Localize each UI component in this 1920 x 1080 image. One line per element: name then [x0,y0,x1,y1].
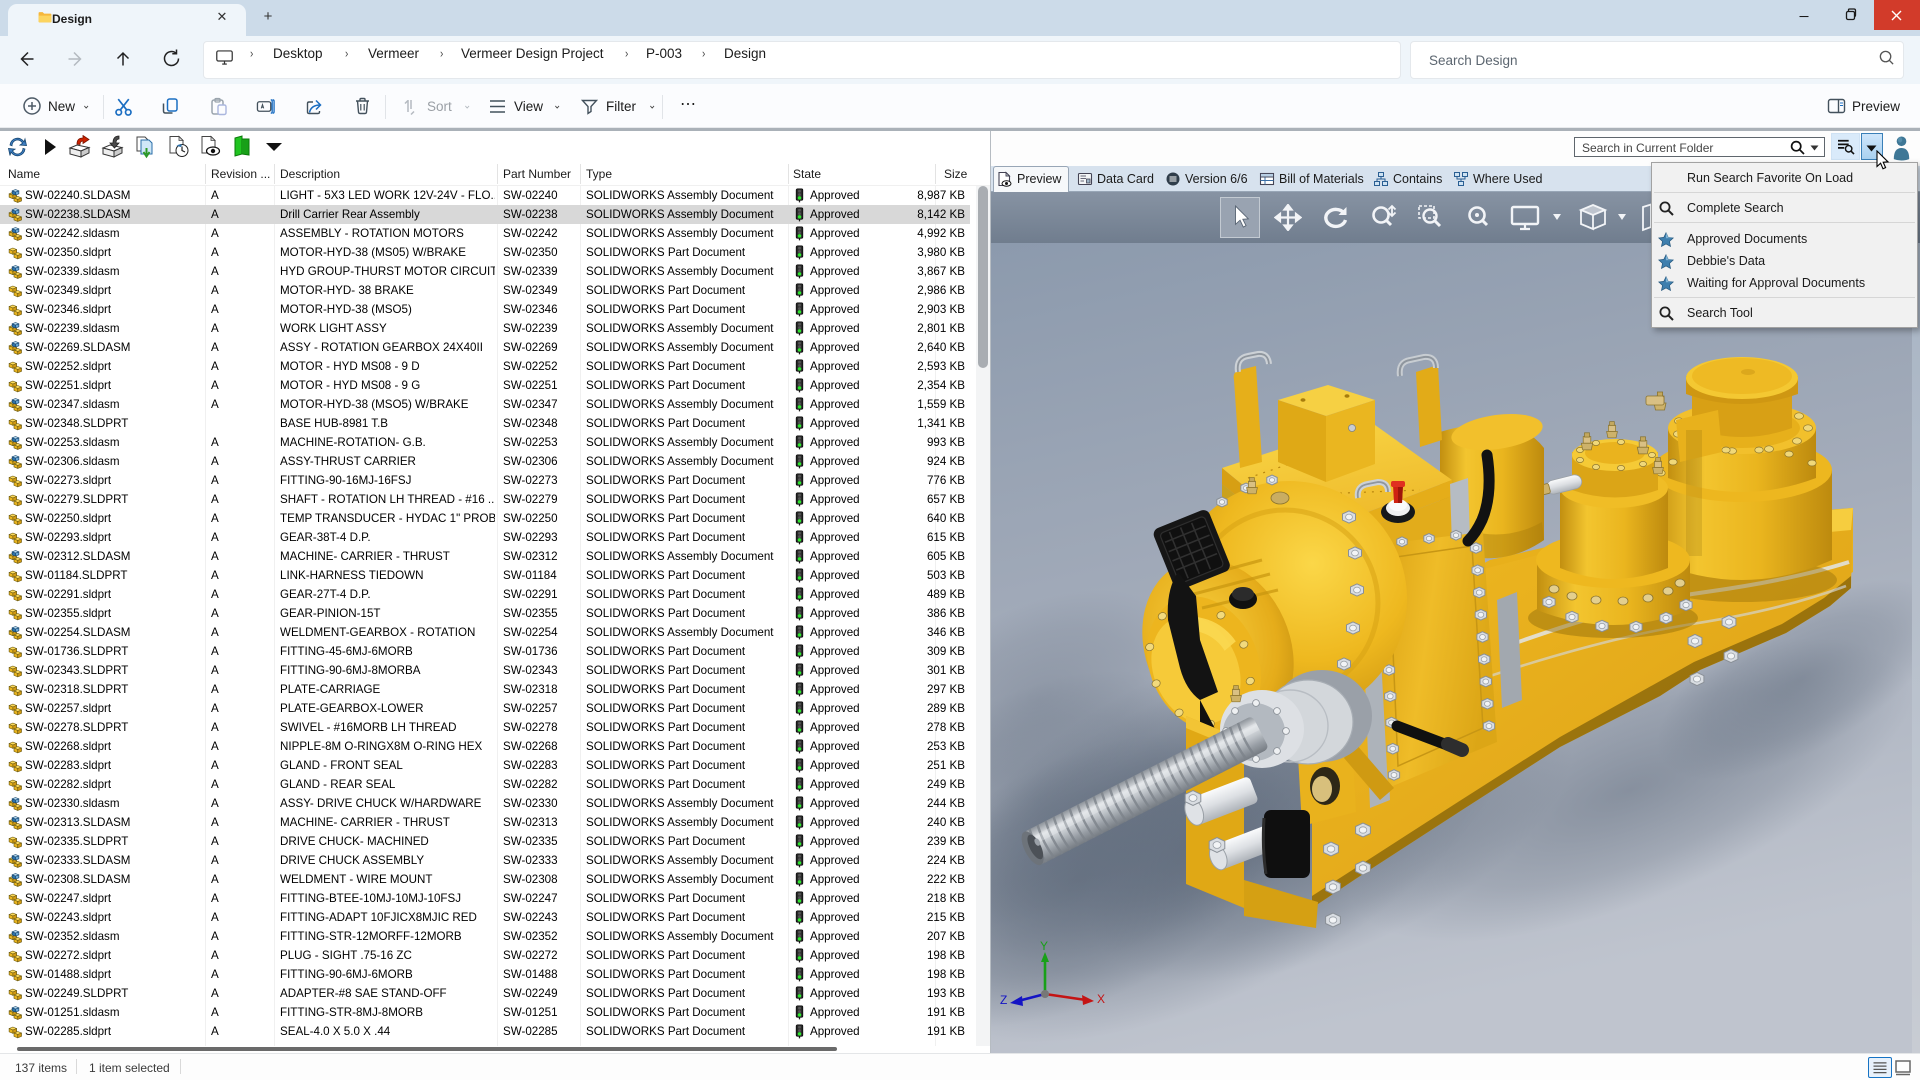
svg-text:Y: Y [1040,939,1048,953]
svg-text:Z: Z [1000,993,1007,1007]
svg-text:X: X [1097,992,1105,1006]
